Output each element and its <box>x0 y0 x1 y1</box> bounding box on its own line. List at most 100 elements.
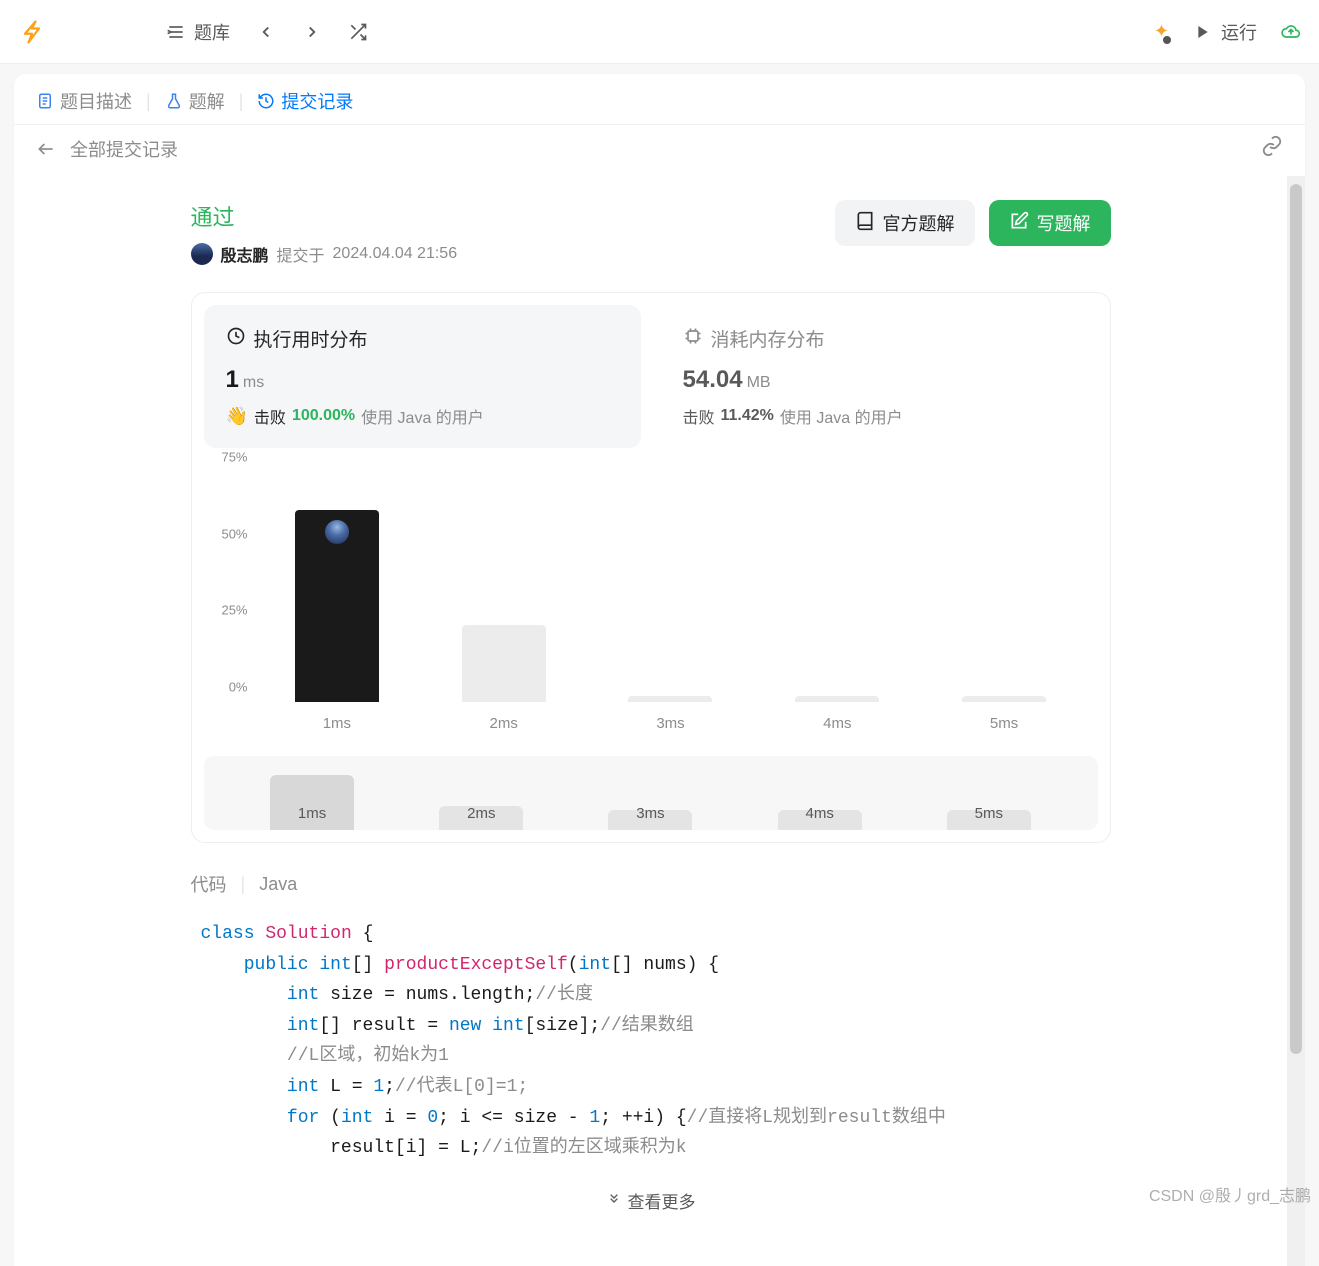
memory-title: 消耗内存分布 <box>711 325 825 352</box>
run-label: 运行 <box>1221 19 1257 45</box>
mini-bar[interactable]: 1ms <box>270 775 354 830</box>
x-tick-label: 2ms <box>437 715 570 732</box>
wave-icon: 👋 <box>226 406 248 427</box>
avatar[interactable] <box>191 243 213 265</box>
tabs: 题目描述 | 题解 | 提交记录 <box>14 74 1305 124</box>
runtime-title: 执行用时分布 <box>254 325 368 352</box>
chevron-right-icon <box>302 22 322 42</box>
chevron-left-icon <box>256 22 276 42</box>
topbar: 题库 ✦ 运行 <box>0 0 1319 64</box>
next-button[interactable] <box>302 22 322 42</box>
chart-x-labels: 1ms 2ms 3ms 4ms 5ms <box>254 715 1088 732</box>
status-actions: 官方题解 写题解 <box>835 200 1111 246</box>
problems-label: 题库 <box>194 19 230 45</box>
chart-bar[interactable] <box>628 696 712 702</box>
username[interactable]: 殷志鹏 <box>221 242 269 266</box>
edit-icon <box>1009 211 1029 236</box>
runtime-suffix: 使用 Java 的用户 <box>361 404 484 428</box>
memory-metric[interactable]: 消耗内存分布 54.04MB 击败 11.42% 使用 Java 的用户 <box>661 305 1098 448</box>
subhead-label: 全部提交记录 <box>70 136 178 162</box>
tab-description[interactable]: 题目描述 <box>36 88 132 114</box>
shuffle-button[interactable] <box>348 22 368 42</box>
mini-bar[interactable]: 4ms <box>778 810 862 830</box>
x-tick-label: 4ms <box>771 715 904 732</box>
show-more-button[interactable]: 查看更多 <box>191 1188 1111 1213</box>
tab-description-label: 题目描述 <box>60 88 132 114</box>
flask-icon <box>165 92 183 110</box>
mini-bar[interactable]: 5ms <box>947 810 1031 830</box>
chevron-double-down-icon <box>606 1190 622 1211</box>
doc-icon <box>36 92 54 110</box>
status-row: 通过 殷志鹏 提交于 2024.04.04 21:56 官方题解 <box>191 200 1111 266</box>
watermark: CSDN @殷丿grd_志鹏 <box>1149 1182 1311 1206</box>
tabs-card: 题目描述 | 题解 | 提交记录 全部提交记录 <box>14 74 1305 176</box>
y-tick-label: 0% <box>204 680 248 695</box>
chart-bar[interactable] <box>462 625 546 702</box>
x-tick-label: 3ms <box>604 715 737 732</box>
memory-value: 54.04 <box>683 366 743 393</box>
scrollbar-thumb[interactable] <box>1290 184 1302 1054</box>
chip-icon <box>683 326 703 352</box>
subhead: 全部提交记录 <box>14 124 1305 176</box>
submit-button[interactable] <box>1281 22 1301 42</box>
runtime-metric[interactable]: 执行用时分布 1ms 👋 击败 100.00% 使用 Java 的用户 <box>204 305 641 448</box>
play-icon <box>1193 22 1213 42</box>
problems-button[interactable]: 题库 <box>166 19 230 45</box>
runtime-chart: 0%25%50%75% 1ms2ms3ms4ms5ms <box>204 472 1098 732</box>
tab-submissions[interactable]: 提交记录 <box>257 88 353 114</box>
code-label: 代码 <box>191 871 227 897</box>
runtime-value: 1 <box>226 366 239 393</box>
memory-unit: MB <box>747 374 771 391</box>
mini-chart: 1ms 2ms 3ms 4ms 5ms <box>204 756 1098 830</box>
y-tick-label: 25% <box>204 603 248 618</box>
right-actions: ✦ 运行 <box>1154 19 1301 45</box>
nav-group: 题库 <box>166 19 368 45</box>
avatar <box>325 520 349 544</box>
submit-timestamp: 2024.04.04 21:56 <box>333 245 458 263</box>
debug-icon[interactable]: ✦ <box>1154 21 1169 42</box>
chart-bar[interactable] <box>962 696 1046 702</box>
x-tick-label: 5ms <box>937 715 1070 732</box>
code-lang: Java <box>259 874 297 895</box>
chart-bar[interactable] <box>295 510 379 702</box>
code-section: 代码 | Java class Solution { public int[] … <box>191 871 1111 1213</box>
cloud-upload-icon <box>1281 22 1301 42</box>
y-tick-label: 75% <box>204 450 248 465</box>
tab-solution-label: 题解 <box>189 88 225 114</box>
official-solution-label: 官方题解 <box>883 210 955 236</box>
tab-separator: | <box>239 91 244 112</box>
status-title: 通过 <box>191 200 835 232</box>
separator: | <box>241 874 246 895</box>
scrollbar[interactable] <box>1287 176 1305 1266</box>
mini-bar[interactable]: 2ms <box>439 806 523 830</box>
y-tick-label: 50% <box>204 526 248 541</box>
code-block[interactable]: class Solution { public int[] productExc… <box>191 915 1111 1168</box>
write-solution-label: 写题解 <box>1037 210 1091 236</box>
memory-suffix: 使用 Java 的用户 <box>780 404 903 428</box>
write-solution-button[interactable]: 写题解 <box>989 200 1111 246</box>
tab-submissions-label: 提交记录 <box>281 88 353 114</box>
runtime-pct: 100.00% <box>292 407 355 425</box>
back-button[interactable] <box>36 139 56 159</box>
tab-solution[interactable]: 题解 <box>165 88 225 114</box>
chart-bars <box>254 472 1088 702</box>
run-button[interactable]: 运行 <box>1193 19 1257 45</box>
share-link-button[interactable] <box>1261 135 1283 162</box>
prev-button[interactable] <box>256 22 276 42</box>
logo[interactable] <box>18 18 46 46</box>
x-tick-label: 1ms <box>270 715 403 732</box>
submit-prefix: 提交于 <box>277 242 325 266</box>
clock-icon <box>226 326 246 352</box>
shuffle-icon <box>348 22 368 42</box>
performance-card: 执行用时分布 1ms 👋 击败 100.00% 使用 Java 的用户 <box>191 292 1111 843</box>
memory-beat-label: 击败 <box>683 404 715 428</box>
content-wrap: 通过 殷志鹏 提交于 2024.04.04 21:56 官方题解 <box>14 176 1305 1266</box>
book-icon <box>855 211 875 236</box>
runtime-beat-label: 击败 <box>254 404 286 428</box>
history-icon <box>257 92 275 110</box>
scroll-area: 通过 殷志鹏 提交于 2024.04.04 21:56 官方题解 <box>14 176 1287 1266</box>
show-more-label: 查看更多 <box>628 1188 696 1213</box>
mini-bar[interactable]: 3ms <box>608 810 692 830</box>
official-solution-button[interactable]: 官方题解 <box>835 200 975 246</box>
chart-bar[interactable] <box>795 696 879 702</box>
